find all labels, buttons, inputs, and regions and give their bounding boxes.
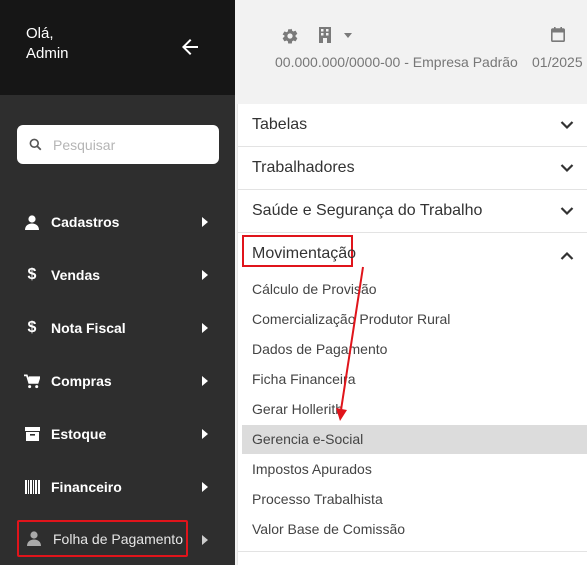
sidebar-item-label: Estoque [51,426,107,442]
user-greeting: Olá, Admin [26,24,69,64]
sidebar-item-label: Compras [51,373,112,389]
sidebar-item-label: Cadastros [51,214,120,230]
gear-icon[interactable] [281,27,299,45]
greeting-user-name: Admin [26,45,69,62]
section-title: Tabelas [252,116,308,133]
section-trabalhadores[interactable]: Trabalhadores [238,147,587,190]
submenu-item-impostos-apurados[interactable]: Impostos Apurados [242,455,587,484]
dollar-icon: $ [27,319,37,336]
search-icon [29,138,42,151]
sidebar-item-label: Vendas [51,267,101,283]
chevron-down-icon [560,121,574,130]
chevron-down-icon [560,164,574,173]
section-tabelas[interactable]: Tabelas [238,104,587,147]
section-title: Trabalhadores [252,159,355,176]
submenu-item-ficha-financeira[interactable]: Ficha Financeira [242,365,587,394]
sidebar-item-label: Folha de Pagamento [53,530,183,547]
sidebar-item-nota-fiscal[interactable]: $ Nota Fiscal [17,309,219,347]
greeting-line-1: Olá, [26,25,54,42]
caret-right-icon [202,482,208,492]
cart-icon [24,373,40,389]
sidebar-item-folha-de-pagamento[interactable]: Folha de Pagamento [17,520,188,557]
submenu-item-gerencia-esocial[interactable]: Gerencia e-Social [242,425,587,454]
top-header: 00.000.000/0000-00 - Empresa Padrão 01/2… [235,0,587,95]
building-icon[interactable] [319,27,333,43]
calendar-icon[interactable] [551,27,565,42]
section-movimentacao[interactable]: Movimentação [252,245,356,263]
caret-right-icon [202,217,208,227]
section-title: Saúde e Segurança do Trabalho [252,202,483,219]
arrow-left-icon[interactable] [178,35,202,59]
section-saude-seguranca[interactable]: Saúde e Segurança do Trabalho [238,190,587,233]
sidebar-item-compras[interactable]: Compras [17,362,219,400]
submenu-item-calculo-provisao[interactable]: Cálculo de Provisão [242,275,587,304]
period-label[interactable]: 01/2025 [532,54,583,70]
sidebar-item-financeiro[interactable]: Financeiro [17,468,219,506]
sidebar-header: Olá, Admin [0,0,235,95]
sidebar-item-label: Financeiro [51,479,122,495]
sidebar-item-vendas[interactable]: $ Vendas [17,256,219,294]
search-placeholder: Pesquisar [53,136,116,153]
submenu-item-dados-pagamento[interactable]: Dados de Pagamento [242,335,587,364]
chevron-down-icon[interactable] [344,33,352,38]
chevron-up-icon[interactable] [560,249,574,263]
caret-right-icon [202,535,208,545]
submenu-panel: Tabelas Trabalhadores Saúde e Segurança … [237,104,587,565]
caret-right-icon [202,376,208,386]
sidebar-item-estoque[interactable]: Estoque [17,415,219,453]
archive-box-icon [24,426,40,442]
divider [238,551,587,552]
submenu-item-comercializacao[interactable]: Comercialização Produtor Rural [242,305,587,334]
submenu-item-valor-base-comissao[interactable]: Valor Base de Comissão [242,515,587,544]
person-icon [26,531,42,547]
chevron-down-icon [560,207,574,216]
search-input[interactable]: Pesquisar [17,125,219,164]
sidebar-item-cadastros[interactable]: Cadastros [17,203,219,241]
sidebar-item-label: Nota Fiscal [51,320,126,336]
barcode-icon [24,479,40,495]
dollar-icon: $ [27,266,37,283]
caret-right-icon [202,429,208,439]
company-name: 00.000.000/0000-00 - Empresa Padrão [275,54,518,70]
caret-right-icon [202,270,208,280]
person-icon [24,214,40,230]
caret-right-icon [202,323,208,333]
sidebar: Olá, Admin Pesquisar Cadastros $ Vendas … [0,0,235,565]
submenu-item-gerar-hollerith[interactable]: Gerar Hollerith [242,395,587,424]
submenu-item-processo-trabalhista[interactable]: Processo Trabalhista [242,485,587,514]
